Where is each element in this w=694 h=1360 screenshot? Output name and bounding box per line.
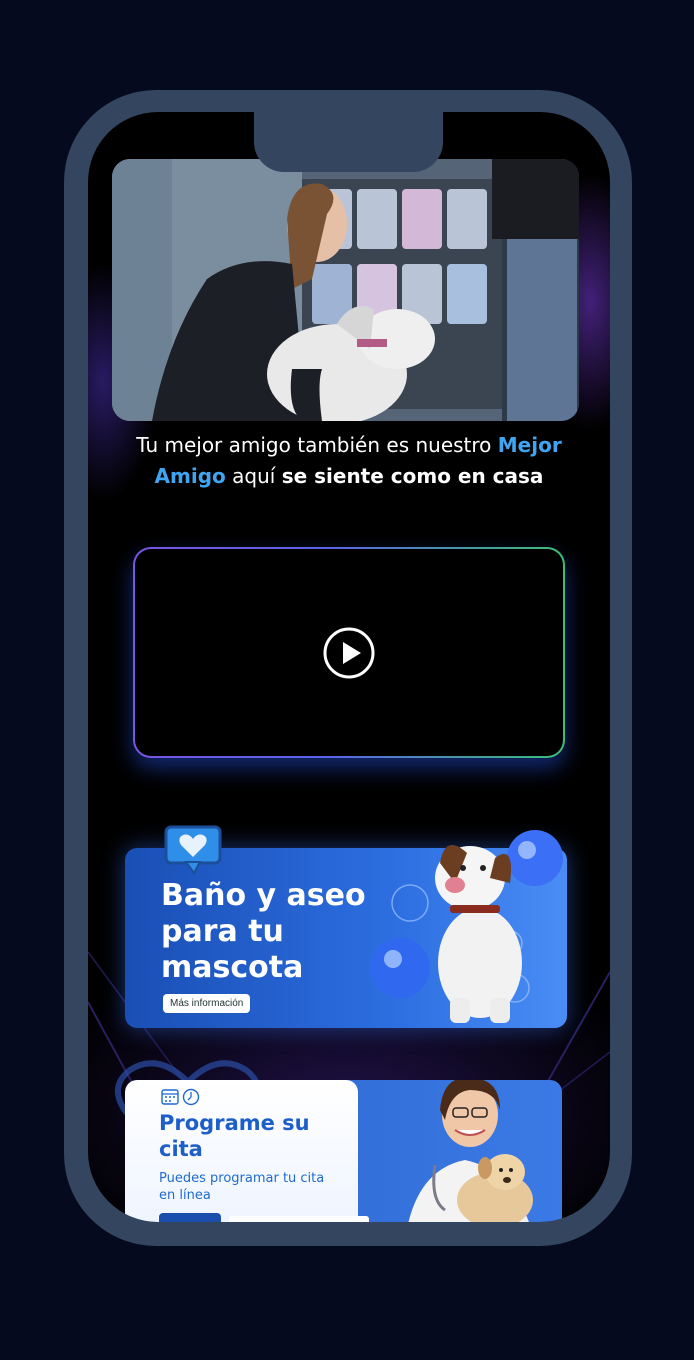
calendar-icon xyxy=(161,1089,179,1105)
tagline: Tu mejor amigo también es nuestro Mejor … xyxy=(106,430,592,492)
appointment-icons xyxy=(161,1088,200,1106)
phone-screen: Tu mejor amigo también es nuestro Mejor … xyxy=(88,112,610,1222)
bath-service-card[interactable]: Baño y aseo para tu mascota Más informac… xyxy=(125,830,567,1028)
appointment-panel: Programe su cita Puedes programar tu cit… xyxy=(125,1080,369,1222)
tagline-text: aquí xyxy=(225,464,282,488)
heart-chat-icon xyxy=(164,825,222,875)
appointment-link[interactable] xyxy=(229,1216,369,1222)
more-info-button[interactable]: Más información xyxy=(163,994,251,1013)
play-icon[interactable] xyxy=(323,627,375,679)
hero-image xyxy=(112,159,579,421)
appointment-description: Puedes programar tu cita en línea xyxy=(159,1171,325,1203)
appointment-card[interactable]: Programe su cita Puedes programar tu cit… xyxy=(125,1080,562,1222)
vet-illustration xyxy=(408,1080,533,1222)
video-player[interactable] xyxy=(133,547,565,758)
tagline-strong: se siente como en casa xyxy=(281,464,544,488)
schedule-button[interactable] xyxy=(159,1213,221,1222)
tagline-text: Tu mejor amigo también es nuestro xyxy=(136,433,498,457)
dog-illustration xyxy=(370,830,563,1023)
hero-illustration xyxy=(112,159,579,421)
appointment-title: Programe su cita xyxy=(159,1111,310,1161)
phone-notch xyxy=(254,112,443,172)
clock-icon xyxy=(182,1088,200,1106)
